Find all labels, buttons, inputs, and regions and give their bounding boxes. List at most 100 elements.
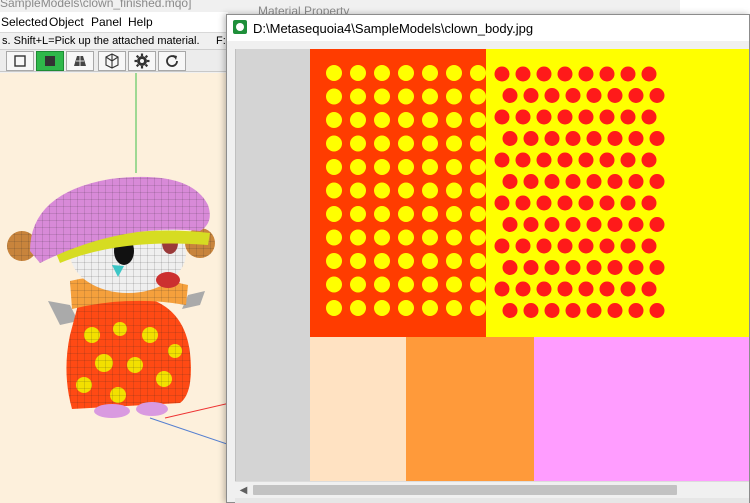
status-field: F: bbox=[216, 35, 226, 47]
polka-dot bbox=[326, 229, 342, 246]
polka-dot bbox=[599, 195, 615, 211]
material-icon bbox=[45, 56, 55, 66]
polka-dot bbox=[628, 174, 644, 189]
polka-dot bbox=[515, 195, 531, 211]
polka-dot bbox=[326, 159, 342, 175]
polka-dot bbox=[326, 300, 342, 316]
polka-dot bbox=[326, 253, 342, 269]
menu-panel[interactable]: Panel bbox=[91, 15, 122, 29]
scrollbar-thumb[interactable] bbox=[253, 485, 677, 495]
polka-dot bbox=[398, 182, 414, 199]
polka-dot bbox=[515, 281, 531, 297]
polka-dot bbox=[557, 238, 573, 254]
polka-dot bbox=[470, 300, 486, 316]
polka-dot bbox=[641, 238, 657, 254]
horizontal-scrollbar[interactable]: ◀ bbox=[235, 481, 749, 498]
polka-dot bbox=[578, 152, 594, 168]
polka-dot bbox=[326, 206, 342, 222]
polka-dot bbox=[557, 66, 573, 82]
menu-object[interactable]: Object bbox=[49, 15, 84, 29]
polka-dot bbox=[620, 195, 636, 211]
polka-dot bbox=[565, 303, 581, 318]
polka-dot bbox=[599, 109, 615, 125]
menu-selected[interactable]: Selected bbox=[1, 15, 48, 29]
polka-dot bbox=[326, 112, 342, 128]
object-icon bbox=[14, 55, 26, 67]
polka-dot bbox=[374, 135, 390, 152]
polka-dot bbox=[470, 253, 486, 269]
polka-dot bbox=[502, 260, 518, 275]
polka-dot bbox=[326, 182, 342, 199]
polka-dot bbox=[398, 159, 414, 175]
polka-dot bbox=[446, 300, 462, 316]
polka-dot bbox=[578, 195, 594, 211]
polka-dot bbox=[374, 65, 390, 81]
image-window-title: D:\Metasequoia4\SampleModels\clown_body.… bbox=[253, 21, 534, 36]
texture-image bbox=[236, 49, 749, 481]
polka-dot bbox=[641, 152, 657, 168]
polka-dot bbox=[599, 66, 615, 82]
menu-help[interactable]: Help bbox=[128, 15, 153, 29]
status-hint: s. Shift+L=Pick up the attached material… bbox=[2, 35, 200, 47]
polka-dot bbox=[607, 260, 623, 275]
texture-canvas[interactable] bbox=[235, 49, 749, 481]
polka-dot bbox=[544, 131, 560, 146]
object-mode-button[interactable] bbox=[6, 51, 34, 71]
polka-dot bbox=[470, 276, 486, 293]
texture-orange-panel bbox=[406, 337, 534, 481]
polka-dot bbox=[536, 109, 552, 125]
polka-dot bbox=[620, 109, 636, 125]
polka-dot bbox=[470, 112, 486, 128]
polka-dot bbox=[494, 238, 510, 254]
face-mode-button[interactable] bbox=[66, 51, 94, 71]
image-window-titlebar[interactable]: D:\Metasequoia4\SampleModels\clown_body.… bbox=[227, 15, 749, 41]
polka-dot bbox=[422, 159, 438, 175]
texture-pink-panel bbox=[534, 337, 749, 481]
polka-dot bbox=[628, 131, 644, 146]
polka-dot bbox=[446, 229, 462, 246]
polka-dot bbox=[374, 300, 390, 316]
polka-dot bbox=[326, 65, 342, 81]
polka-dot bbox=[557, 195, 573, 211]
polka-dot bbox=[446, 159, 462, 175]
polka-dot bbox=[536, 238, 552, 254]
polka-dot bbox=[607, 174, 623, 189]
polka-dot bbox=[523, 303, 539, 318]
polka-dot bbox=[536, 66, 552, 82]
polka-dot bbox=[557, 281, 573, 297]
cube-mode-button[interactable] bbox=[98, 51, 126, 71]
polka-dot bbox=[620, 238, 636, 254]
3d-viewport[interactable] bbox=[0, 73, 230, 503]
polka-dot bbox=[446, 88, 462, 105]
polka-dot bbox=[398, 112, 414, 128]
settings-button[interactable] bbox=[128, 51, 156, 71]
polka-dot bbox=[422, 229, 438, 246]
polka-dot bbox=[374, 182, 390, 199]
polka-dot bbox=[536, 152, 552, 168]
polka-dot bbox=[446, 182, 462, 199]
polka-dot bbox=[586, 217, 602, 232]
polka-dot bbox=[649, 88, 665, 103]
polka-dot bbox=[326, 276, 342, 293]
face-icon bbox=[74, 56, 86, 66]
polka-dot bbox=[607, 131, 623, 146]
polka-dot bbox=[350, 135, 366, 152]
window-bottom-edge bbox=[235, 498, 749, 503]
polka-dot bbox=[326, 135, 342, 152]
polka-dot bbox=[470, 65, 486, 81]
polka-dot bbox=[515, 238, 531, 254]
polka-dot bbox=[422, 276, 438, 293]
polka-dot bbox=[470, 206, 486, 222]
polka-dot bbox=[536, 195, 552, 211]
polka-dot bbox=[649, 131, 665, 146]
x-axis bbox=[164, 402, 230, 419]
scroll-left-arrow-icon[interactable]: ◀ bbox=[235, 482, 252, 498]
polka-dot bbox=[350, 88, 366, 105]
material-mode-button[interactable] bbox=[36, 51, 64, 71]
polka-dot bbox=[398, 88, 414, 105]
refresh-button[interactable] bbox=[158, 51, 186, 71]
polka-dot bbox=[446, 65, 462, 81]
polka-dot bbox=[470, 88, 486, 105]
polka-dot bbox=[398, 276, 414, 293]
polka-dot bbox=[599, 281, 615, 297]
